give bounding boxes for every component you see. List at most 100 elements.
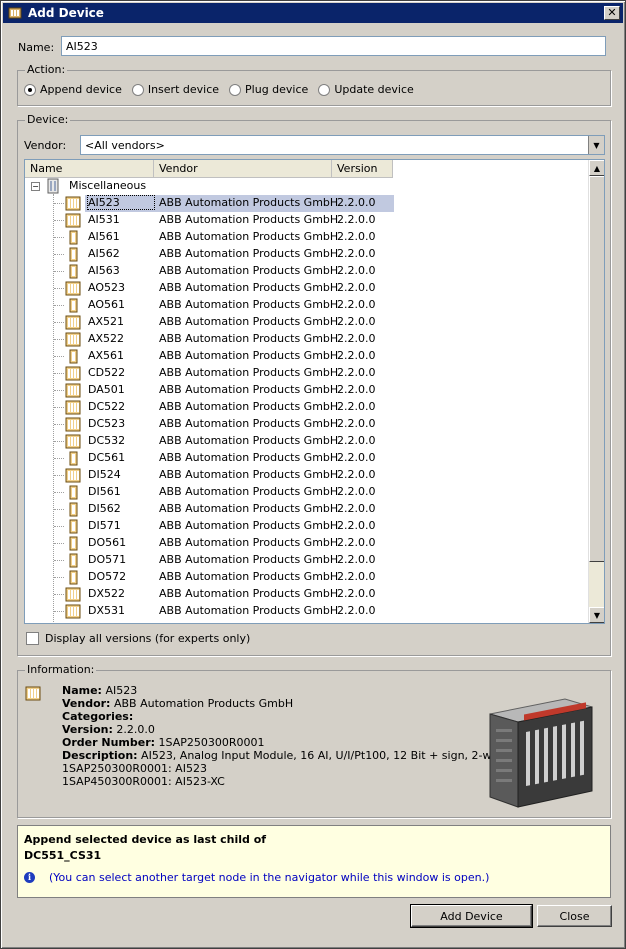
cell-vendor: ABB Automation Products GmbH (159, 281, 339, 294)
collapse-icon[interactable]: − (31, 182, 40, 191)
title-bar[interactable]: Add Device ✕ (3, 3, 623, 23)
cell-vendor: ABB Automation Products GmbH (159, 247, 339, 260)
column-header-name[interactable]: Name (25, 160, 154, 178)
cell-version: 2.2.0.0 (337, 366, 376, 379)
cell-version: 2.2.0.0 (337, 213, 376, 226)
cell-vendor: ABB Automation Products GmbH (159, 213, 339, 226)
device-tree[interactable]: Name Vendor Version − Miscellaneous AI52… (24, 159, 605, 624)
cell-version: 2.2.0.0 (337, 536, 376, 549)
radio-button[interactable] (318, 83, 331, 96)
tree-row-di561[interactable]: DI561 ABB Automation Products GmbH 2.2.0.0 (25, 484, 591, 501)
chevron-down-icon[interactable]: ▼ (588, 136, 604, 154)
radio-button[interactable] (131, 83, 144, 96)
tree-row-do561[interactable]: DO561 ABB Automation Products GmbH 2.2.0.0 (25, 535, 591, 552)
radio-label: Update device (334, 83, 414, 96)
tree-row-ao561[interactable]: AO561 ABB Automation Products GmbH 2.2.0.0 (25, 297, 591, 314)
tree-row-da501[interactable]: DA501 ABB Automation Products GmbH 2.2.0.0 (25, 382, 591, 399)
header-filler (393, 160, 591, 178)
module-wide-icon (65, 281, 81, 296)
radio-button[interactable] (24, 83, 36, 96)
scroll-down-icon[interactable]: ▼ (589, 607, 604, 623)
tree-row-ao523[interactable]: AO523 ABB Automation Products GmbH 2.2.0.0 (25, 280, 591, 297)
cell-version: 2.2.0.0 (337, 451, 376, 464)
tree-row-di524[interactable]: DI524 ABB Automation Products GmbH 2.2.0.0 (25, 467, 591, 484)
info-vendor-label: Vendor: (62, 697, 111, 710)
tree-row-dc561[interactable]: DC561 ABB Automation Products GmbH 2.2.0.0 (25, 450, 591, 467)
action-option-insert-device[interactable]: Insert device (131, 83, 220, 96)
column-header-version[interactable]: Version (332, 160, 393, 178)
cell-name: CD522 (88, 366, 126, 379)
tree-row-dc522[interactable]: DC522 ABB Automation Products GmbH 2.2.0.0 (25, 399, 591, 416)
module-wide-icon (65, 383, 81, 398)
module-wide-icon (65, 400, 81, 415)
vendor-select[interactable]: <All vendors> ▼ (80, 135, 605, 155)
tree-row-ai523[interactable]: AI523 ABB Automation Products GmbH 2.2.0.0 (25, 195, 591, 212)
scroll-thumb[interactable] (589, 176, 604, 562)
display-all-versions[interactable]: Display all versions (for experts only) (26, 632, 250, 645)
cell-version: 2.2.0.0 (337, 417, 376, 430)
close-window-button[interactable]: ✕ (604, 6, 620, 20)
tree-row-ai562[interactable]: AI562 ABB Automation Products GmbH 2.2.0.0 (25, 246, 591, 263)
cell-name: AO523 (88, 281, 125, 294)
append-info-box: Append selected device as last child of … (17, 825, 611, 898)
tree-row-ax521[interactable]: AX521 ABB Automation Products GmbH 2.2.0.0 (25, 314, 591, 331)
cell-name: DI561 (88, 485, 121, 498)
cell-name: AI523 (87, 195, 155, 210)
tree-row-dc532[interactable]: DC532 ABB Automation Products GmbH 2.2.0.0 (25, 433, 591, 450)
cell-name: DC561 (88, 451, 126, 464)
tree-row-ai563[interactable]: AI563 ABB Automation Products GmbH 2.2.0.0 (25, 263, 591, 280)
module-wide-icon (65, 315, 81, 330)
cell-name: DI562 (88, 502, 121, 515)
radio-label: Insert device (147, 83, 220, 96)
module-narrow-icon (65, 519, 81, 534)
module-narrow-icon (65, 536, 81, 551)
cell-name: AI561 (88, 230, 120, 243)
action-group: Action: Append device Insert device Plug d… (17, 63, 611, 106)
tree-row-do571[interactable]: DO571 ABB Automation Products GmbH 2.2.0.0 (25, 552, 591, 569)
tree-row-dx531[interactable]: DX531 ABB Automation Products GmbH 2.2.0.0 (25, 603, 591, 620)
cell-vendor: ABB Automation Products GmbH (159, 417, 339, 430)
device-legend: Device: (25, 113, 71, 126)
vendor-row: Vendor: <All vendors> ▼ (24, 135, 605, 155)
cell-name: DC532 (88, 434, 126, 447)
append-target: DC551_CS31 (24, 849, 102, 862)
tree-row-dx522[interactable]: DX522 ABB Automation Products GmbH 2.2.0.0 (25, 586, 591, 603)
tree-row-ai531[interactable]: AI531 ABB Automation Products GmbH 2.2.0.0 (25, 212, 591, 229)
close-button[interactable]: Close (537, 905, 612, 927)
cell-name: DX522 (88, 587, 126, 600)
cell-name: AO561 (88, 298, 125, 311)
tree-row-ax561[interactable]: AX561 ABB Automation Products GmbH 2.2.0.0 (25, 348, 591, 365)
cell-name: DO572 (88, 570, 127, 583)
module-wide-icon (65, 468, 81, 483)
module-narrow-icon (65, 502, 81, 517)
action-option-update-device[interactable]: Update device (318, 83, 414, 96)
cell-vendor: ABB Automation Products GmbH (159, 587, 339, 600)
name-input[interactable] (61, 36, 606, 56)
cell-vendor: ABB Automation Products GmbH (159, 315, 339, 328)
tree-row-dc523[interactable]: DC523 ABB Automation Products GmbH 2.2.0.0 (25, 416, 591, 433)
tree-row-di571[interactable]: DI571 ABB Automation Products GmbH 2.2.0.0 (25, 518, 591, 535)
column-header-vendor[interactable]: Vendor (154, 160, 332, 178)
display-all-checkbox[interactable] (26, 632, 39, 645)
tree-scrollbar[interactable]: ▲ ▼ (588, 160, 604, 623)
cell-name: AI531 (88, 213, 120, 226)
tree-row-do572[interactable]: DO572 ABB Automation Products GmbH 2.2.0.0 (25, 569, 591, 586)
action-option-append-device[interactable]: Append device (24, 83, 122, 96)
tree-connector (54, 322, 64, 323)
cell-version: 2.2.0.0 (337, 587, 376, 600)
tree-connector (54, 390, 64, 391)
radio-button[interactable] (229, 83, 242, 96)
vendor-select-value: <All vendors> (85, 138, 165, 152)
tree-row-di562[interactable]: DI562 ABB Automation Products GmbH 2.2.0.0 (25, 501, 591, 518)
cell-vendor: ABB Automation Products GmbH (159, 502, 339, 515)
tree-row-ai561[interactable]: AI561 ABB Automation Products GmbH 2.2.0.0 (25, 229, 591, 246)
tree-row-cd522[interactable]: CD522 ABB Automation Products GmbH 2.2.0.0 (25, 365, 591, 382)
tree-connector (54, 254, 64, 255)
cell-version: 2.2.0.0 (337, 281, 376, 294)
tree-row-ax522[interactable]: AX522 ABB Automation Products GmbH 2.2.0.0 (25, 331, 591, 348)
add-device-button[interactable]: Add Device (410, 904, 533, 928)
scroll-up-icon[interactable]: ▲ (589, 160, 604, 176)
device-module-icon (8, 7, 22, 19)
action-option-plug-device[interactable]: Plug device (229, 83, 308, 96)
cell-version: 2.2.0.0 (337, 196, 376, 209)
